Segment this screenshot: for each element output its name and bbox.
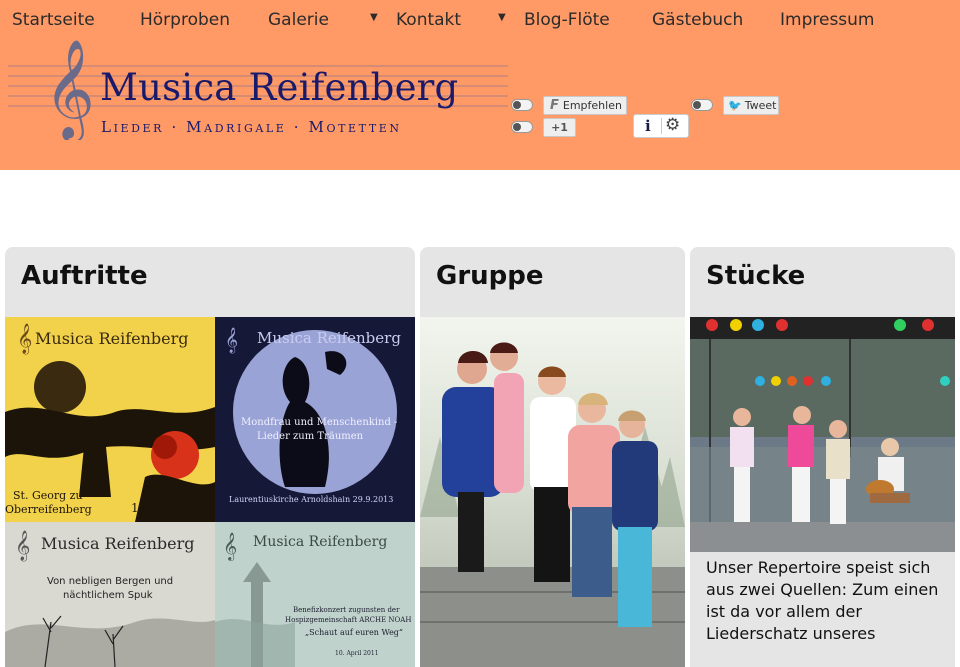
poster-text: Mondfrau und Menschenkind - <box>241 417 398 428</box>
poster-text: Hospizgemeinschaft ARCHE NOAH <box>285 616 412 624</box>
info-icon[interactable]: i <box>645 117 651 135</box>
logo-subtitle: LIEDER · MADRIGALE · MOTETTEN <box>101 118 402 136</box>
social-info-box: i ⚙ <box>633 114 689 138</box>
poster-text: Lieder zum Träumen <box>257 431 364 442</box>
poster-date: Laurentiuskirche Arnoldshain 29.9.2013 <box>229 495 394 504</box>
site-logo[interactable]: 𝄞 Musica Reifenberg LIEDER · MADRIGALE ·… <box>8 40 508 140</box>
poster-neblige-berge[interactable]: 𝄞 Musica Reifenberg Von nebligen Bergen … <box>5 522 215 667</box>
gear-icon[interactable]: ⚙ <box>665 115 680 135</box>
nav-item-startseite[interactable]: Startseite <box>12 10 95 30</box>
card-gruppe[interactable]: Gruppe <box>420 247 685 667</box>
svg-text:𝄞: 𝄞 <box>225 327 238 353</box>
poster-logo: Musica Reifenberg <box>41 534 195 553</box>
nav-item-impressum[interactable]: Impressum <box>780 10 875 30</box>
nav-item-galerie[interactable]: Galerie <box>268 10 329 30</box>
auftritte-poster-collage[interactable]: 𝄞 Musica Reifenberg St. Georg zu Oberrei… <box>5 317 415 667</box>
poster-text: Von nebligen Bergen und <box>47 576 174 587</box>
site-header: Startseite Hörproben Galerie ▼ Kontakt ▼… <box>0 0 960 170</box>
tweet-button[interactable]: 🐦 Tweet <box>723 96 779 115</box>
like-label: Empfehlen <box>562 99 622 112</box>
twitter-bird-icon: 🐦 <box>728 99 742 112</box>
svg-text:𝄞: 𝄞 <box>15 530 30 562</box>
tweet-label: Tweet <box>744 99 777 112</box>
svg-text:𝄞: 𝄞 <box>223 532 237 561</box>
poster-text: nächtlichem Spuk <box>63 590 153 601</box>
poster-date: 10. April 2011 <box>335 650 379 657</box>
poster-logo: Musica Reifenberg <box>35 329 189 348</box>
card-title: Auftritte <box>21 261 148 291</box>
facebook-icon: F <box>550 98 559 113</box>
stage-photo[interactable] <box>690 317 955 552</box>
stage-photo-illustration <box>690 317 955 552</box>
dropdown-arrow-icon[interactable]: ▼ <box>498 12 506 23</box>
svg-text:𝄞: 𝄞 <box>17 323 32 355</box>
poster-logo: Musica Reifenberg <box>257 329 401 347</box>
card-auftritte[interactable]: Auftritte 𝄞 Musica Reifenberg St. Georg … <box>5 247 415 667</box>
facebook-like-button[interactable]: F Empfehlen <box>543 96 627 115</box>
card-title: Gruppe <box>436 261 544 291</box>
poster-text: Oberreifenberg <box>5 503 92 516</box>
googleplus-toggle[interactable] <box>511 121 533 133</box>
group-photo-illustration <box>420 317 685 667</box>
nav-item-gaestebuch[interactable]: Gästebuch <box>652 10 743 30</box>
plus-one-button[interactable]: +1 <box>543 118 576 137</box>
poster-text: Benefizkonzert zugunsten der <box>293 606 400 614</box>
poster-logo: Musica Reifenberg <box>253 534 388 550</box>
logo-title: Musica Reifenberg <box>100 66 459 109</box>
poster-text: St. Georg zu <box>13 489 83 502</box>
poster-mondfrau[interactable]: 𝄞 Musica Reifenberg Mondfrau und Mensche… <box>215 317 415 522</box>
nav-item-kontakt[interactable]: Kontakt <box>396 10 461 30</box>
dropdown-arrow-icon[interactable]: ▼ <box>370 12 378 23</box>
main-navigation: Startseite Hörproben Galerie ▼ Kontakt ▼… <box>0 0 960 40</box>
poster-st-georg[interactable]: 𝄞 Musica Reifenberg St. Georg zu Oberrei… <box>5 317 215 522</box>
stuecke-description: Unser Repertoire speist sich aus zwei Qu… <box>706 558 939 643</box>
group-photo[interactable] <box>420 317 685 667</box>
card-title: Stücke <box>706 261 806 291</box>
facebook-toggle[interactable] <box>511 99 533 111</box>
nav-item-blog-floete[interactable]: Blog-Flöte <box>524 10 610 30</box>
twitter-toggle[interactable] <box>691 99 713 111</box>
poster-date: 12. Mai 2012 <box>131 501 212 515</box>
poster-benefizkonzert[interactable]: 𝄞 Musica Reifenberg Benefizkonzert zugun… <box>215 522 415 667</box>
divider <box>661 118 662 134</box>
treble-clef-icon: 𝄞 <box>44 40 95 140</box>
card-stuecke[interactable]: Stücke Unser Repertoire speist sich aus … <box>690 247 955 667</box>
nav-item-hoerproben[interactable]: Hörproben <box>140 10 230 30</box>
poster-text: „Schaut auf euren Weg“ <box>305 628 404 637</box>
